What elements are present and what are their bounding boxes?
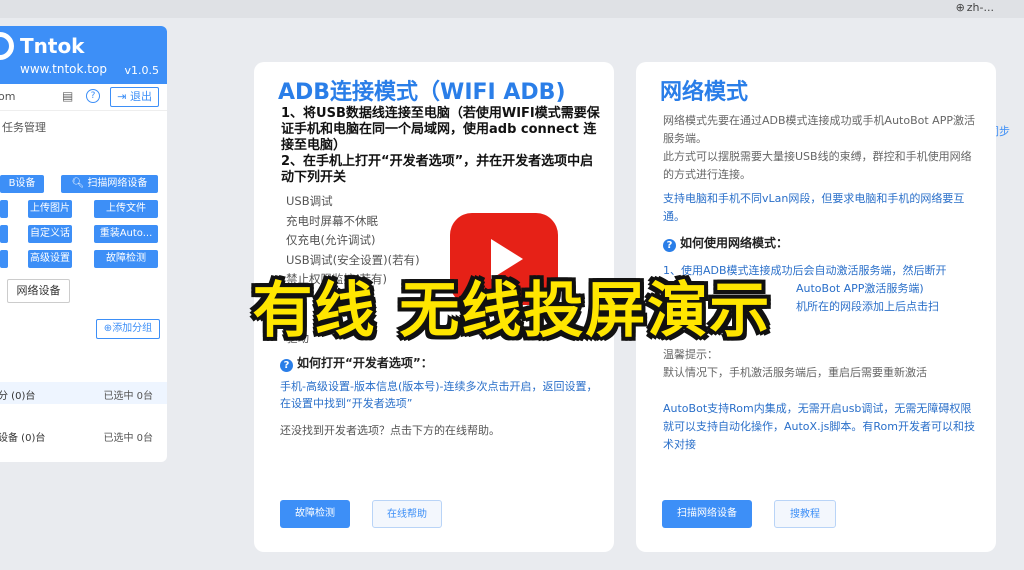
language-label: zh-... [966,1,994,14]
app-version: v1.0.5 [124,64,160,77]
group-name: 设备 (0)台 [0,433,46,444]
network-vlan-note: 支持电脑和手机不同vLan网段，但要求电脑和手机的网络要互通。 [663,192,965,223]
question-icon: ? [280,359,293,372]
howto-title-text: 如何打开“开发者选项”： [297,356,433,370]
user-row: om ▤ ? ⇥ 退出 [0,84,167,111]
video-caption: 有线 无线投屏演示 [252,276,772,346]
language-switch[interactable]: ⊕ zh-... [956,1,994,14]
logout-button[interactable]: ⇥ 退出 [110,87,159,107]
logout-icon: ⇥ [117,90,130,103]
search-icon: 🔍︎ [71,178,88,189]
howto-title: ? 如何打开“开发者选项”： [280,354,433,372]
network-howto-title: ? 如何使用网络模式： [663,234,788,252]
upload-image-button[interactable]: 上传图片 [28,200,72,218]
step-2: 2、在手机上打开“开发者选项”，并在开发者选项中启动下列开关 [281,154,594,185]
help-hint: 还没找到开发者选项？点击下方的在线帮助。 [280,424,500,437]
logout-label: 退出 [130,90,152,103]
diagnose-button[interactable]: 故障检测 [280,500,350,528]
option-item: 仅充电(允许调试) [286,233,376,247]
custom-script-button[interactable]: 自定义话术 [28,225,72,257]
user-name: om [0,90,16,103]
logo-icon [0,32,14,60]
card-title: 网络模式 [660,80,749,105]
network-intro: 网络模式先要在通过ADB模式连接成功或手机AutoBot APP激活服务端。 [663,114,975,145]
window-topbar: ⊕ zh-... [0,0,1024,18]
network-howto-text: 如何使用网络模式： [680,236,789,250]
group-selected-count: 已选中 0台 [103,433,153,444]
tip-text: 默认情况下，手机激活服务端后，重启后需要重新激活 [663,366,927,379]
brand-site: www.tntok.top [20,62,107,76]
option-item: 充电时屏幕不休眠 [286,213,378,228]
sidebar-header: Tntok www.tntok.top v1.0.5 [0,26,167,84]
online-help-button[interactable]: 在线帮助 [372,500,442,528]
calendar-icon[interactable]: ▤ [62,89,73,103]
step-1: 1、将USB数据线连接至电脑（若使用WIFI模式需要保证手机和电脑在同一个局域网… [281,106,600,153]
left-button-2[interactable] [0,225,8,243]
scan-network-button[interactable]: 扫描网络设备 [662,500,752,528]
reinstall-autobot-button[interactable]: 重装Auto... [94,225,158,243]
adb-steps: 1、将USB数据线连接至电脑（若使用WIFI模式需要保证手机和电脑在同一个局域网… [281,106,601,186]
network-desc: 此方式可以摆脱需要大量接USB线的束缚，群控和手机使用网络的方式进行连接。 [663,150,972,181]
tutorial-button[interactable]: 搜教程 [774,500,836,528]
card-title: ADB连接模式（WIFI ADB) [278,80,566,105]
scan-network-button[interactable]: 🔍︎ 扫描网络设备 [61,175,158,193]
howto-body: 手机-高级设置-版本信息(版本号)-连续多次点击开启，返回设置，在设置中找到“开… [280,380,598,410]
task-management-label: 任务管理 [2,121,46,134]
group-row[interactable]: 设备 (0)台 已选中 0台 [0,424,167,446]
group-row[interactable]: 分 (0)台 已选中 0台 [0,382,167,404]
brand-name: Tntok [20,34,85,58]
group-name: 分 (0)台 [0,391,36,402]
group-selected-count: 已选中 0台 [103,391,153,402]
scan-network-label: 扫描网络设备 [87,178,148,189]
rom-integration-note: AutoBot支持Rom内集成，无需开启usb调试，无需无障碍权限就可以支持自动… [663,402,975,451]
option-item: USB调试 [286,194,333,208]
upload-file-button[interactable]: 上传文件 [94,200,158,218]
help-icon[interactable]: ? [86,89,100,103]
left-button-1[interactable] [0,200,8,218]
question-icon: ? [663,239,676,252]
device-button[interactable]: B设备 [0,175,44,193]
globe-icon: ⊕ [955,1,965,14]
